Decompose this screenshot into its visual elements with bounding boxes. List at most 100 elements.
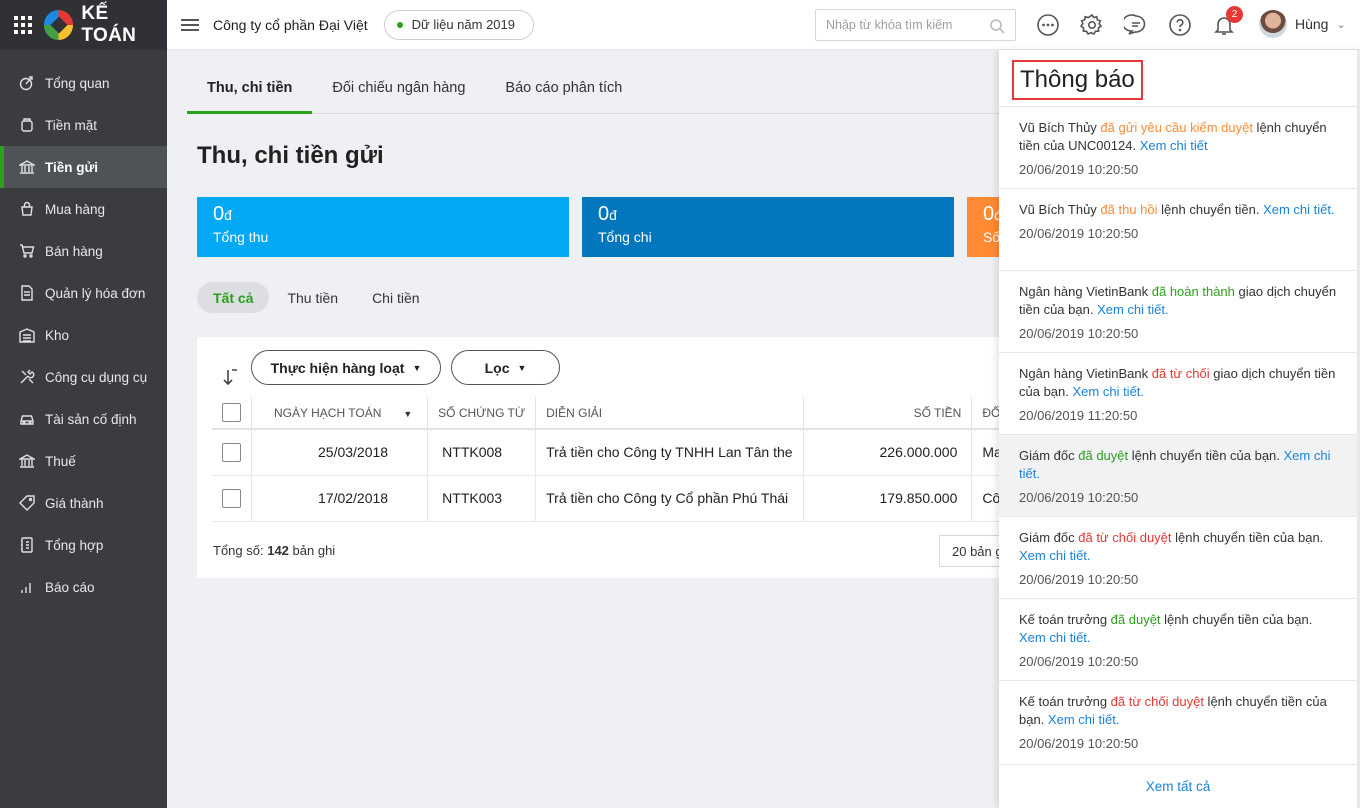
car-icon xyxy=(18,410,36,428)
cell-description: Trả tiền cho Công ty TNHH Lan Tân the xyxy=(535,429,804,476)
notification-item[interactable]: Giám đốc đã duyệt lệnh chuyển tiền của b… xyxy=(999,434,1357,516)
notification-item[interactable]: Vũ Bích Thủy đã gửi yêu cầu kiểm duyệt l… xyxy=(999,106,1357,188)
sidebar-item-label: Tiền gửi xyxy=(45,159,99,175)
hamburger-menu-icon[interactable] xyxy=(181,16,199,34)
view-detail-link[interactable]: Xem chi tiết. xyxy=(1019,548,1091,563)
sort-down-icon[interactable]: ▼ xyxy=(403,409,412,419)
filter-tab-all[interactable]: Tất cả xyxy=(197,282,270,313)
notification-time: 20/06/2019 10:20:50 xyxy=(1019,326,1139,341)
search-icon[interactable] xyxy=(989,18,1005,34)
total-expense-card[interactable]: 0đ Tổng chi xyxy=(582,197,954,257)
sidebar-item-label: Tiền mặt xyxy=(45,117,98,133)
user-menu[interactable]: Hùng ⌄ xyxy=(1259,10,1346,38)
sidebar-item-tong-hop[interactable]: Tổng hợp xyxy=(0,524,167,566)
company-name[interactable]: Công ty cổ phần Đại Việt xyxy=(213,17,368,33)
cell-voucher-no[interactable]: NTTK003 xyxy=(427,475,537,522)
column-description[interactable]: DIỄN GIẢI xyxy=(535,397,804,430)
notification-item[interactable]: Kế toán trưởng đã duyệt lệnh chuyển tiền… xyxy=(999,598,1357,680)
app-grid-icon[interactable] xyxy=(14,16,32,34)
view-detail-link[interactable]: Xem chi tiết. xyxy=(1048,712,1120,727)
cell-amount: 179.850.000 xyxy=(803,475,973,522)
notification-time: 20/06/2019 10:20:50 xyxy=(1019,736,1139,751)
notification-time: 20/06/2019 10:20:50 xyxy=(1019,572,1139,587)
column-amount[interactable]: SỐ TIỀN xyxy=(803,397,973,430)
message-text: đã từ chối xyxy=(1151,366,1210,381)
cash-icon xyxy=(18,116,36,134)
sidebar-item-tien-mat[interactable]: Tiền mặt xyxy=(0,104,167,146)
transactions-table: NGÀY HẠCH TOÁN ▼ SỐ CHỨNG TỪ DIỄN GIẢI SỐ… xyxy=(212,397,1017,522)
notification-list: Vũ Bích Thủy đã gửi yêu cầu kiểm duyệt l… xyxy=(999,106,1357,762)
tab-thu-chi-tien[interactable]: Thu, chi tiền xyxy=(187,74,313,114)
filter-tabs: Tất cả Thu tiền Chi tiền xyxy=(197,282,438,313)
more-options-icon[interactable] xyxy=(1035,12,1061,38)
column-date[interactable]: NGÀY HẠCH TOÁN ▼ xyxy=(251,397,429,430)
notification-message: Kế toán trưởng đã duyệt lệnh chuyển tiền… xyxy=(1019,611,1337,647)
sidebar-item-tong-quan[interactable]: Tổng quan xyxy=(0,62,167,104)
message-text: đã gửi yêu cầu kiểm duyệt xyxy=(1100,120,1253,135)
filter-tab-expense[interactable]: Chi tiền xyxy=(356,282,435,313)
sidebar-item-bao-cao[interactable]: Báo cáo xyxy=(0,566,167,608)
sidebar-item-mua-hang[interactable]: Mua hàng xyxy=(0,188,167,230)
sidebar-item-thue[interactable]: Thuế xyxy=(0,440,167,482)
notification-item[interactable]: Ngân hàng VietinBank đã hoàn thành giao … xyxy=(999,270,1357,352)
view-detail-link[interactable]: Xem chi tiết. xyxy=(1097,302,1169,317)
row-checkbox-cell xyxy=(212,429,252,476)
notification-item[interactable]: Giám đốc đã từ chối duyệt lệnh chuyển ti… xyxy=(999,516,1357,598)
shopping-bag-icon xyxy=(18,200,36,218)
search-input[interactable] xyxy=(826,18,986,32)
sidebar-item-ban-hang[interactable]: Bán hàng xyxy=(0,230,167,272)
notification-item[interactable]: Kế toán trưởng đã từ chối duyệt lệnh chu… xyxy=(999,680,1357,762)
total-income-card[interactable]: 0đ Tổng thu xyxy=(197,197,569,257)
select-all-checkbox[interactable] xyxy=(222,403,241,422)
notification-time: 20/06/2019 11:20:50 xyxy=(1019,408,1138,423)
notification-item[interactable]: Vũ Bích Thủy đã thu hồi lệnh chuyển tiền… xyxy=(999,188,1357,270)
view-detail-link[interactable]: Xem chi tiết xyxy=(1140,138,1208,153)
message-text: Vũ Bích Thủy xyxy=(1019,202,1101,217)
row-checkbox[interactable] xyxy=(222,488,241,508)
tab-doi-chieu-ngan-hang[interactable]: Đối chiếu ngân hàng xyxy=(312,74,485,114)
table-row[interactable]: 17/02/2018 NTTK003 Trả tiền cho Công ty … xyxy=(212,475,1017,522)
help-icon[interactable] xyxy=(1167,12,1193,38)
see-all-link[interactable]: Xem tất cả xyxy=(999,764,1357,808)
view-detail-link[interactable]: Xem chi tiết. xyxy=(1263,202,1335,217)
sidebar-item-tien-gui[interactable]: Tiền gửi xyxy=(0,146,167,188)
sidebar-nav: Tổng quan Tiền mặt Tiền gửi Mua hàng Bán… xyxy=(0,62,167,608)
brand-name: KẾ TOÁN xyxy=(81,3,137,46)
notification-time: 20/06/2019 10:20:50 xyxy=(1019,654,1139,669)
bell-icon[interactable]: 2 xyxy=(1211,6,1243,38)
search-box xyxy=(815,9,1016,41)
view-detail-link[interactable]: Xem chi tiết. xyxy=(1019,630,1091,645)
filter-button[interactable]: Lọc ▼ xyxy=(451,350,560,385)
bulk-action-button[interactable]: Thực hiện hàng loạt ▼ xyxy=(251,350,441,385)
sidebar-item-label: Mua hàng xyxy=(45,201,106,217)
notification-item[interactable]: Ngân hàng VietinBank đã từ chối giao dịc… xyxy=(999,352,1357,434)
row-checkbox[interactable] xyxy=(222,442,241,462)
sidebar-item-kho[interactable]: Kho xyxy=(0,314,167,356)
cell-voucher-no[interactable]: NTTK008 xyxy=(427,429,537,476)
sidebar-item-label: Báo cáo xyxy=(45,579,95,595)
sidebar-item-tai-san-co-dinh[interactable]: Tài sản cố định xyxy=(0,398,167,440)
caret-down-icon: ▼ xyxy=(517,362,527,373)
notification-message: Ngân hàng VietinBank đã hoàn thành giao … xyxy=(1019,283,1337,319)
cart-icon xyxy=(18,242,36,260)
user-name: Hùng xyxy=(1295,16,1329,32)
caret-down-icon: ▼ xyxy=(412,362,422,373)
tools-icon xyxy=(18,368,36,386)
sidebar-item-cong-cu-dung-cu[interactable]: Công cụ dụng cụ xyxy=(0,356,167,398)
sidebar-item-gia-thanh[interactable]: Giá thành xyxy=(0,482,167,524)
gear-icon[interactable] xyxy=(1079,12,1105,38)
transactions-panel: Thực hiện hàng loạt ▼ Lọc ▼ NGÀY HẠCH TOÁN… xyxy=(197,337,1017,578)
sort-arrow-icon[interactable] xyxy=(221,367,241,387)
notification-time: 20/06/2019 10:20:50 xyxy=(1019,162,1139,177)
cell-description: Trả tiền cho Công ty Cổ phần Phú Thái xyxy=(535,475,804,522)
sidebar-item-quan-ly-hoa-don[interactable]: Quản lý hóa đơn xyxy=(0,272,167,314)
column-voucher-no[interactable]: SỐ CHỨNG TỪ xyxy=(427,397,537,430)
table-row[interactable]: 25/03/2018 NTTK008 Trả tiền cho Công ty … xyxy=(212,429,1017,476)
data-year-selector[interactable]: Dữ liệu năm 2019 xyxy=(383,9,534,40)
view-detail-link[interactable]: Xem chi tiết. xyxy=(1073,384,1145,399)
filter-tab-income[interactable]: Thu tiền xyxy=(271,282,354,313)
message-text: lệnh chuyển tiền của bạn. xyxy=(1128,448,1284,463)
cell-amount: 226.000.000 xyxy=(803,429,973,476)
tab-bao-cao-phan-tich[interactable]: Báo cáo phân tích xyxy=(485,74,642,114)
chat-icon[interactable] xyxy=(1123,12,1149,38)
